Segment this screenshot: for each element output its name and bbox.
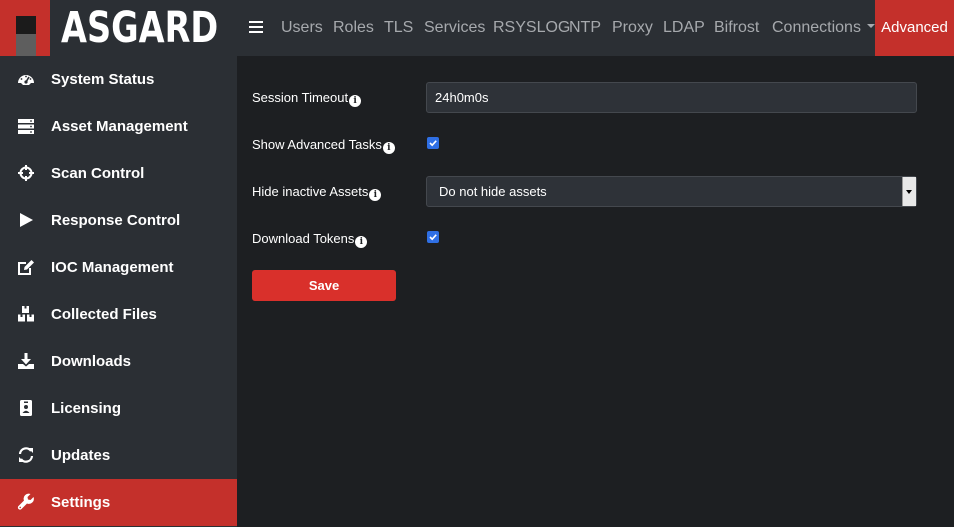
sidebar-item-asset-management[interactable]: Asset Management <box>0 103 237 150</box>
sidebar-item-label: Asset Management <box>51 118 188 135</box>
sidebar-item-downloads[interactable]: Downloads <box>0 338 237 385</box>
sidebar-item-response-control[interactable]: Response Control <box>0 197 237 244</box>
server-icon <box>18 119 34 134</box>
session-timeout-input[interactable] <box>426 82 917 113</box>
nav-bifrost[interactable]: Bifrost <box>714 0 759 56</box>
nav-services[interactable]: Services <box>424 0 485 56</box>
session-timeout-label: Session Timeout i <box>252 90 362 107</box>
play-icon <box>20 213 33 227</box>
sync-icon <box>18 447 34 463</box>
sidebar-item-label: IOC Management <box>51 259 174 276</box>
brand[interactable]: ASGARD <box>0 0 237 56</box>
info-icon[interactable]: i <box>355 236 368 248</box>
dashboard-icon <box>18 75 34 85</box>
boxes-icon <box>18 306 34 322</box>
sidebar-item-scan-control[interactable]: Scan Control <box>0 150 237 197</box>
nav-ntp[interactable]: NTP <box>569 0 601 56</box>
nav-rsyslog[interactable]: RSYSLOG <box>493 0 570 56</box>
info-icon[interactable]: i <box>382 142 395 154</box>
sidebar-item-label: Collected Files <box>51 306 157 323</box>
nav-connections-dropdown[interactable]: Connections <box>772 0 875 56</box>
sidebar-item-label: Scan Control <box>51 165 145 182</box>
download-tokens-checkbox[interactable] <box>427 231 439 243</box>
sidebar-item-label: Licensing <box>51 400 122 417</box>
nav-roles[interactable]: Roles <box>333 0 374 56</box>
show-advanced-tasks-checkbox[interactable] <box>427 137 439 149</box>
app-name: ASGARD <box>61 3 219 53</box>
wrench-icon <box>17 493 34 510</box>
download-tokens-label: Download Tokens i <box>252 231 368 248</box>
checkmark-icon <box>429 140 437 147</box>
nav-tls[interactable]: TLS <box>384 0 413 56</box>
sidebar-item-settings[interactable]: Settings <box>0 479 237 526</box>
nav-proxy[interactable]: Proxy <box>612 0 653 56</box>
menu-icon[interactable] <box>249 21 263 34</box>
sidebar-item-collected-files[interactable]: Collected Files <box>0 291 237 338</box>
sidebar-item-label: Response Control <box>51 212 181 229</box>
logo-icon <box>0 0 50 56</box>
sidebar-item-licensing[interactable]: Licensing <box>0 385 237 432</box>
info-icon[interactable]: i <box>369 189 382 201</box>
caret-down-icon <box>866 24 875 29</box>
edit-icon <box>18 260 34 275</box>
sidebar-item-label: Updates <box>51 447 111 464</box>
hide-inactive-assets-label: Hide inactive Assets i <box>252 184 382 201</box>
sidebar-item-label: Downloads <box>51 353 132 370</box>
download-icon <box>18 353 34 369</box>
hide-inactive-assets-select[interactable]: Do not hide assets <box>426 176 917 207</box>
info-icon[interactable]: i <box>349 95 362 107</box>
sidebar-item-system-status[interactable]: System Status <box>0 56 237 103</box>
sidebar-item-ioc-management[interactable]: IOC Management <box>0 244 237 291</box>
sidebar-item-updates[interactable]: Updates <box>0 432 237 479</box>
sidebar: System Status Asset Management Scan Cont… <box>0 56 237 527</box>
top-navbar: ASGARD Users Roles TLS Services RSYSLOG … <box>0 0 954 56</box>
crosshair-icon <box>18 165 34 181</box>
nav-advanced[interactable]: Advanced <box>875 0 954 56</box>
chevron-down-icon[interactable] <box>902 177 916 206</box>
sidebar-item-label: System Status <box>51 71 155 88</box>
select-value: Do not hide assets <box>439 184 547 199</box>
save-button[interactable]: Save <box>252 270 396 301</box>
show-advanced-tasks-label: Show Advanced Tasks i <box>252 137 395 154</box>
sidebar-item-label: Settings <box>51 494 111 511</box>
nav-users[interactable]: Users <box>281 0 323 56</box>
nav-connections-label: Connections <box>772 19 861 36</box>
nav-ldap[interactable]: LDAP <box>663 0 705 56</box>
id-badge-icon <box>20 400 32 416</box>
checkmark-icon <box>429 234 437 241</box>
settings-panel: Session Timeouti Show Advanced Tasksi Hi… <box>237 56 954 527</box>
